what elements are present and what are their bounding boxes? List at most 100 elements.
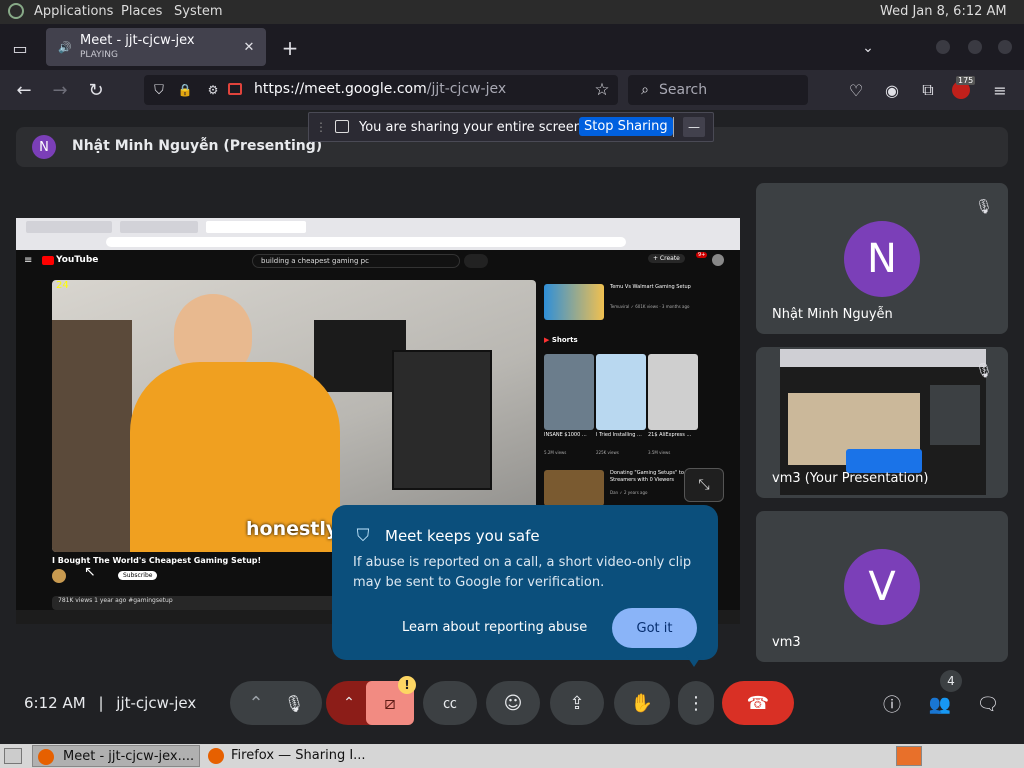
screen-share-indicator-icon[interactable] bbox=[228, 83, 242, 95]
taskbar-item-firefox[interactable]: Firefox — Sharing I... bbox=[204, 745, 374, 767]
tab-meet[interactable]: 🔊 Meet - jjt-cjcw-jex PLAYING ✕ bbox=[46, 28, 266, 66]
stop-sharing-button[interactable]: Stop Sharing bbox=[579, 117, 673, 136]
got-it-button[interactable]: Got it bbox=[612, 608, 697, 648]
presenter-label: Nhật Minh Nguyễn (Presenting) bbox=[72, 138, 323, 154]
shared-tab bbox=[26, 221, 112, 233]
applications-menu[interactable]: Applications bbox=[34, 4, 113, 19]
short-views: 225K views bbox=[596, 450, 619, 455]
forward-icon[interactable]: → bbox=[48, 78, 72, 102]
back-icon[interactable]: ← bbox=[12, 78, 36, 102]
short-thumbnail bbox=[648, 354, 698, 430]
tab-title: Meet - jjt-cjcw-jex bbox=[80, 33, 195, 48]
people-icon[interactable]: 👥 bbox=[926, 692, 954, 716]
expand-presentation-icon[interactable]: ⤡ bbox=[684, 468, 724, 502]
clock[interactable]: Wed Jan 8, 6:12 AM bbox=[880, 4, 1007, 19]
participant-tile-vm3[interactable]: V vm3 bbox=[756, 511, 1008, 662]
meeting-code: jjt-cjcw-jex bbox=[116, 694, 197, 712]
tab-list-icon[interactable]: ▭ bbox=[8, 36, 32, 60]
raise-hand-button[interactable]: ✋ bbox=[614, 681, 670, 725]
close-window-icon[interactable] bbox=[998, 40, 1012, 54]
participant-name: vm3 (Your Presentation) bbox=[772, 471, 929, 486]
menu-hamburger-icon[interactable]: ≡ bbox=[990, 80, 1010, 100]
extensions-icon[interactable]: ⧉ bbox=[918, 80, 938, 100]
mic-muted-icon: 🎙 bbox=[975, 363, 993, 379]
taskbar-item-label: Firefox — Sharing I... bbox=[231, 748, 366, 763]
url-bar[interactable]: ⛉ 🔒 ⚙ https://meet.google.com/jjt-cjcw-j… bbox=[144, 75, 618, 105]
participant-avatar: V bbox=[844, 549, 920, 625]
speaker-icon[interactable]: 🔊 bbox=[56, 38, 74, 56]
youtube-logo-text: YouTube bbox=[56, 255, 99, 265]
taskbar-item-label: Meet - jjt-cjcw-jex.... bbox=[63, 749, 195, 764]
present-screen-button[interactable]: ⇪ bbox=[550, 681, 604, 725]
sidebar-thumbnail bbox=[544, 470, 604, 506]
channel-avatar bbox=[52, 569, 66, 583]
ublock-badge: 175 bbox=[956, 76, 976, 85]
captions-button[interactable]: ㏄ bbox=[423, 681, 477, 725]
youtube-logo-icon bbox=[42, 256, 54, 265]
youtube-avatar bbox=[712, 254, 724, 266]
system-menu[interactable]: System bbox=[174, 4, 222, 19]
minimize-window-icon[interactable] bbox=[936, 40, 950, 54]
chat-icon[interactable]: 🗨 bbox=[976, 692, 1000, 716]
tab-subtitle: PLAYING bbox=[80, 50, 118, 60]
participant-tile-presentation[interactable]: 🎙 vm3 (Your Presentation) bbox=[756, 347, 1008, 498]
shared-tab bbox=[206, 221, 306, 233]
youtube-search: building a cheapest gaming pc bbox=[252, 254, 460, 268]
mic-button[interactable]: 🎙 bbox=[272, 681, 316, 725]
screen-sharing-banner: ⋮ You are sharing your entire screen. St… bbox=[308, 112, 714, 142]
meeting-separator: | bbox=[98, 694, 104, 712]
gnome-logo-icon bbox=[8, 3, 24, 19]
participant-tile-nhat[interactable]: 🎙 N Nhật Minh Nguyễn bbox=[756, 183, 1008, 334]
pocket-icon[interactable]: ♡ bbox=[846, 80, 866, 100]
minimize-banner-button[interactable]: — bbox=[683, 117, 705, 137]
close-tab-icon[interactable]: ✕ bbox=[240, 38, 258, 56]
new-tab-icon[interactable]: + bbox=[278, 36, 302, 60]
shared-browser-chrome bbox=[16, 218, 740, 250]
reload-icon[interactable]: ↻ bbox=[84, 78, 108, 102]
permissions-icon[interactable]: ⚙ bbox=[204, 81, 222, 99]
short-title: 21$ AliExpress ... bbox=[648, 432, 692, 438]
youtube-notif-badge: 9+ bbox=[696, 252, 708, 258]
show-desktop-icon[interactable] bbox=[4, 748, 22, 764]
taskbar-item-meet[interactable]: Meet - jjt-cjcw-jex.... bbox=[32, 745, 200, 767]
popup-title: Meet keeps you safe bbox=[385, 527, 540, 545]
short-views: 5.2M views bbox=[544, 450, 567, 455]
learn-more-link[interactable]: Learn about reporting abuse bbox=[402, 620, 587, 635]
lock-icon[interactable]: 🔒 bbox=[176, 81, 194, 99]
short-views: 3.5M views bbox=[648, 450, 671, 455]
sharing-message: You are sharing your entire screen. bbox=[359, 120, 587, 135]
video-pc-case bbox=[392, 350, 492, 490]
hamburger-icon: ≡ bbox=[24, 255, 33, 266]
popup-arrow bbox=[686, 655, 702, 667]
firefox-icon bbox=[38, 749, 54, 765]
leave-call-button[interactable]: ☎ bbox=[722, 681, 794, 725]
participant-name: Nhật Minh Nguyễn bbox=[772, 307, 893, 322]
banner-divider bbox=[673, 117, 674, 137]
more-options-icon[interactable]: ⋮ bbox=[678, 681, 714, 725]
account-icon[interactable]: ◉ bbox=[882, 80, 902, 100]
system-top-bar: Applications Places System Wed Jan 8, 6:… bbox=[0, 0, 1024, 24]
camera-warning-badge: ! bbox=[398, 676, 416, 694]
people-count-badge: 4 bbox=[940, 670, 962, 692]
maximize-window-icon[interactable] bbox=[968, 40, 982, 54]
shared-tab bbox=[120, 221, 198, 233]
shield-icon[interactable]: ⛉ bbox=[150, 81, 168, 99]
places-menu[interactable]: Places bbox=[121, 4, 162, 19]
presenter-avatar: N bbox=[32, 135, 56, 159]
video-counter: 24 bbox=[56, 280, 69, 291]
meet-safety-popup: ⛉ Meet keeps you safe If abuse is report… bbox=[332, 505, 718, 667]
participant-name: vm3 bbox=[772, 635, 801, 650]
bookmark-star-icon[interactable]: ☆ bbox=[592, 80, 612, 100]
mini-tiles bbox=[930, 385, 980, 445]
search-box[interactable]: ⌕ Search bbox=[628, 75, 808, 105]
chevron-down-icon[interactable]: ⌄ bbox=[856, 36, 880, 60]
youtube-search-button bbox=[464, 254, 488, 268]
workspace-switcher-icon[interactable] bbox=[896, 746, 922, 766]
mouse-cursor-icon: ↖ bbox=[84, 564, 96, 580]
video-caption: honestly bbox=[246, 518, 339, 540]
emoji-reaction-button[interactable]: ☺ bbox=[486, 681, 540, 725]
meeting-details-icon[interactable]: ⓘ bbox=[880, 692, 904, 716]
mic-muted-icon: 🎙 bbox=[975, 199, 993, 215]
drag-handle-icon[interactable]: ⋮ bbox=[315, 120, 327, 134]
url-text: https://meet.google.com/jjt-cjcw-jex bbox=[254, 81, 507, 97]
